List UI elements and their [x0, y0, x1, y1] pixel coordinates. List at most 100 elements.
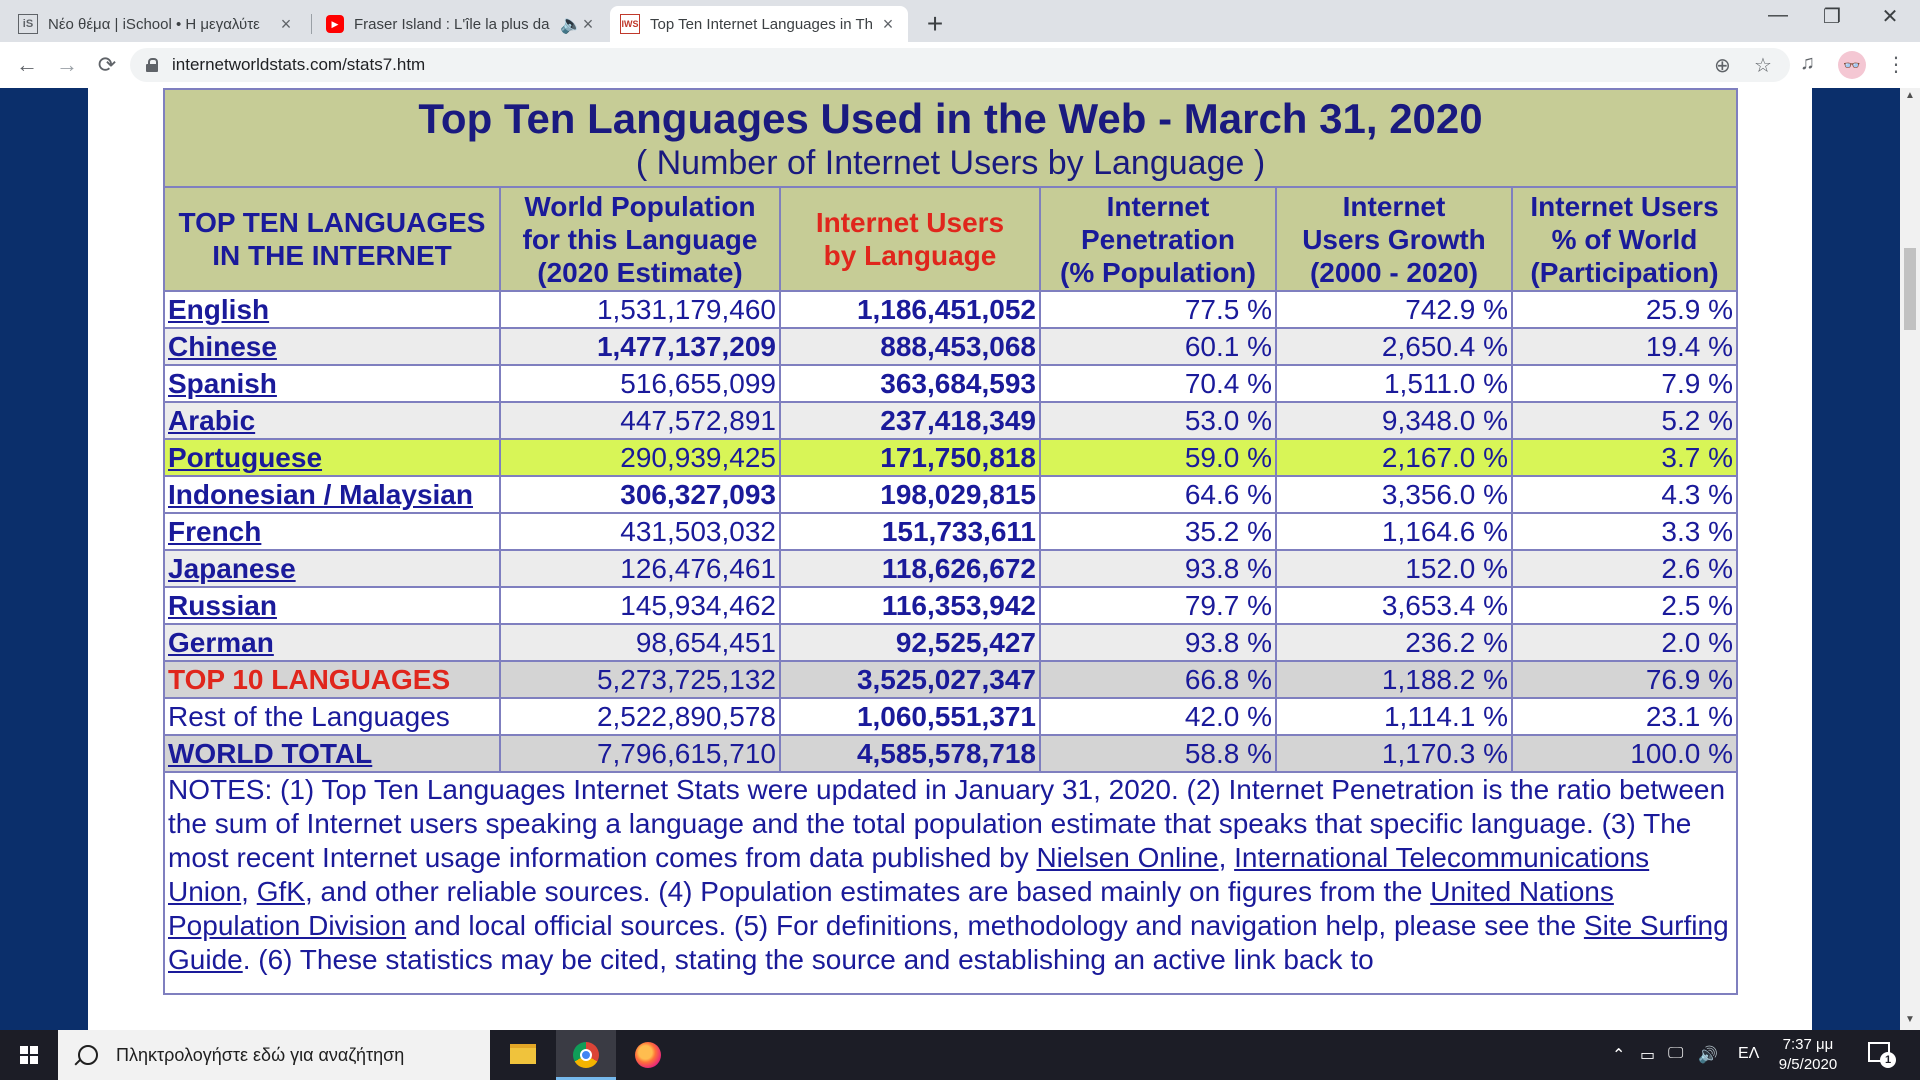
scroll-down-icon[interactable]: ▼ [1900, 1014, 1920, 1025]
language-link[interactable]: Chinese [168, 331, 277, 362]
forward-button[interactable]: → [52, 50, 82, 80]
cell-penetration: 93.8 % [1039, 623, 1277, 662]
header-world-population: World Population for this Language (2020 E… [499, 186, 781, 292]
chrome-icon [573, 1042, 599, 1068]
link-nielsen-online[interactable]: Nielsen Online [1036, 842, 1218, 873]
cell-population: 145,934,462 [499, 586, 781, 625]
cell-share: 2.6 % [1510, 549, 1739, 588]
close-window-button[interactable]: ✕ [1870, 4, 1910, 29]
table-row: French 431,503,032 151,733,611 35.2 % 1,164.… [163, 512, 1739, 551]
taskbar-search-placeholder[interactable]: Πληκτρολογήστε εδώ για αναζήτηση [116, 1045, 404, 1066]
cell-population: 126,476,461 [499, 549, 781, 588]
cell-language: English [163, 290, 501, 329]
cell-language: Chinese [163, 327, 501, 366]
minimize-button[interactable]: — [1758, 4, 1798, 27]
table-row: Arabic 447,572,891 237,418,349 53.0 % 9,348.… [163, 401, 1739, 440]
tab-youtube[interactable]: ▶ Fraser Island : L'île la plus da 🔈 × [316, 6, 608, 42]
speaker-icon[interactable]: 🔈 [560, 14, 582, 35]
language-link[interactable]: Indonesian / Malaysian [168, 479, 473, 510]
start-button[interactable] [0, 1030, 58, 1080]
cell-growth: 1,188.2 % [1275, 660, 1513, 699]
profile-avatar[interactable]: 👓 [1838, 51, 1866, 79]
cell-population: 516,655,099 [499, 364, 781, 403]
input-language-indicator[interactable]: ΕΛ [1738, 1045, 1759, 1063]
cell-population: 5,273,725,132 [499, 660, 781, 699]
table-row: Indonesian / Malaysian 306,327,093 198,029… [163, 475, 1739, 514]
cell-users: 3,525,027,347 [779, 660, 1041, 699]
page-viewport: Top Ten Languages Used in the Web - Marc… [0, 88, 1900, 1030]
cell-share: 2.5 % [1510, 586, 1739, 625]
battery-icon[interactable]: ▭ [1640, 1045, 1655, 1065]
folder-icon [510, 1044, 536, 1064]
back-button[interactable]: ← [12, 50, 42, 80]
link-gfk[interactable]: GfK [257, 876, 305, 907]
url-text[interactable]: internetworldstats.com/stats7.htm [172, 55, 425, 75]
table-row: German 98,654,451 92,525,427 93.8 % 236.2 % 2… [163, 623, 1739, 662]
header-penetration: Internet Penetration (% Population) [1039, 186, 1277, 292]
scroll-up-icon[interactable]: ▲ [1900, 90, 1920, 101]
network-icon[interactable]: 🖵 [1668, 1045, 1683, 1063]
address-bar[interactable]: internetworldstats.com/stats7.htm ⊕ ☆ [130, 48, 1790, 82]
tab-close-icon[interactable]: × [578, 14, 598, 35]
table-row: Japanese 126,476,461 118,626,672 93.8 % 152.… [163, 549, 1739, 588]
language-link[interactable]: Portuguese [168, 442, 322, 473]
tray-chevron-icon[interactable]: ⌃ [1612, 1045, 1625, 1065]
restore-button[interactable]: ❐ [1812, 4, 1852, 29]
language-link[interactable]: Japanese [168, 553, 296, 584]
tab-ischool[interactable]: iS Νέο θέμα | iSchool • Η μεγαλύτε × [8, 6, 306, 42]
cell-growth: 152.0 % [1275, 549, 1513, 588]
cell-users: 1,060,551,371 [779, 697, 1041, 736]
language-link[interactable]: Russian [168, 590, 277, 621]
language-link[interactable]: French [168, 516, 261, 547]
header-share: Internet Users% of World (Participation) [1510, 186, 1739, 292]
chrome-taskbar-button[interactable] [556, 1030, 616, 1080]
tab-close-icon[interactable]: × [878, 14, 898, 35]
lock-icon[interactable] [146, 58, 158, 72]
cell-population: 290,939,425 [499, 438, 781, 477]
scrollbar-thumb[interactable] [1904, 248, 1916, 330]
cell-population: 2,522,890,578 [499, 697, 781, 736]
cell-population: 7,796,615,710 [499, 734, 781, 773]
taskbar-clock[interactable]: 7:37 μμ 9/5/2020 [1768, 1035, 1848, 1075]
taskbar-search-box[interactable]: Πληκτρολογήστε εδώ για αναζήτηση [58, 1030, 490, 1080]
cell-population: 431,503,032 [499, 512, 781, 551]
cell-share: 76.9 % [1510, 660, 1739, 699]
cell-share: 4.3 % [1510, 475, 1739, 514]
file-explorer-button[interactable] [492, 1030, 552, 1080]
reload-button[interactable]: ⟳ [92, 50, 122, 80]
firefox-icon [635, 1042, 661, 1068]
search-icon [78, 1045, 98, 1065]
new-tab-button[interactable]: + [920, 8, 950, 40]
notification-count-badge: 1 [1880, 1052, 1896, 1068]
tab-close-icon[interactable]: × [276, 14, 296, 35]
language-link[interactable]: Spanish [168, 368, 277, 399]
cell-language: Spanish [163, 364, 501, 403]
table-row-rest: Rest of the Languages 2,522,890,578 1,06… [163, 697, 1739, 736]
zoom-icon[interactable]: ⊕ [1714, 53, 1731, 78]
cell-growth: 2,650.4 % [1275, 327, 1513, 366]
tab-title: Νέο θέμα | iSchool • Η μεγαλύτε [48, 15, 260, 33]
vertical-scrollbar[interactable]: ▲ ▼ [1900, 88, 1920, 1030]
chrome-menu-icon[interactable]: ⋮ [1886, 52, 1906, 77]
cell-users: 4,585,578,718 [779, 734, 1041, 773]
cell-language: Portuguese [163, 438, 501, 477]
media-control-icon[interactable]: ♫ [1800, 52, 1815, 75]
header-internet-users: Internet Users by Language [779, 186, 1041, 292]
table-row: Russian 145,934,462 116,353,942 79.7 % 3,653… [163, 586, 1739, 625]
bookmark-star-icon[interactable]: ☆ [1754, 53, 1772, 78]
volume-icon[interactable]: 🔊 [1698, 1045, 1718, 1065]
language-link[interactable]: English [168, 294, 269, 325]
tab-internetworldstats[interactable]: IWS Top Ten Internet Languages in Th × [610, 6, 908, 42]
language-link[interactable]: German [168, 627, 274, 658]
world-total-link[interactable]: WORLD TOTAL [168, 738, 372, 769]
cell-share: 3.7 % [1510, 438, 1739, 477]
cell-growth: 742.9 % [1275, 290, 1513, 329]
firefox-taskbar-button[interactable] [618, 1030, 678, 1080]
cell-penetration: 59.0 % [1039, 438, 1277, 477]
cell-growth: 1,164.6 % [1275, 512, 1513, 551]
cell-population: 447,572,891 [499, 401, 781, 440]
notes-text: , [1218, 842, 1235, 873]
cell-population: 306,327,093 [499, 475, 781, 514]
language-link[interactable]: Arabic [168, 405, 255, 436]
cell-users: 198,029,815 [779, 475, 1041, 514]
